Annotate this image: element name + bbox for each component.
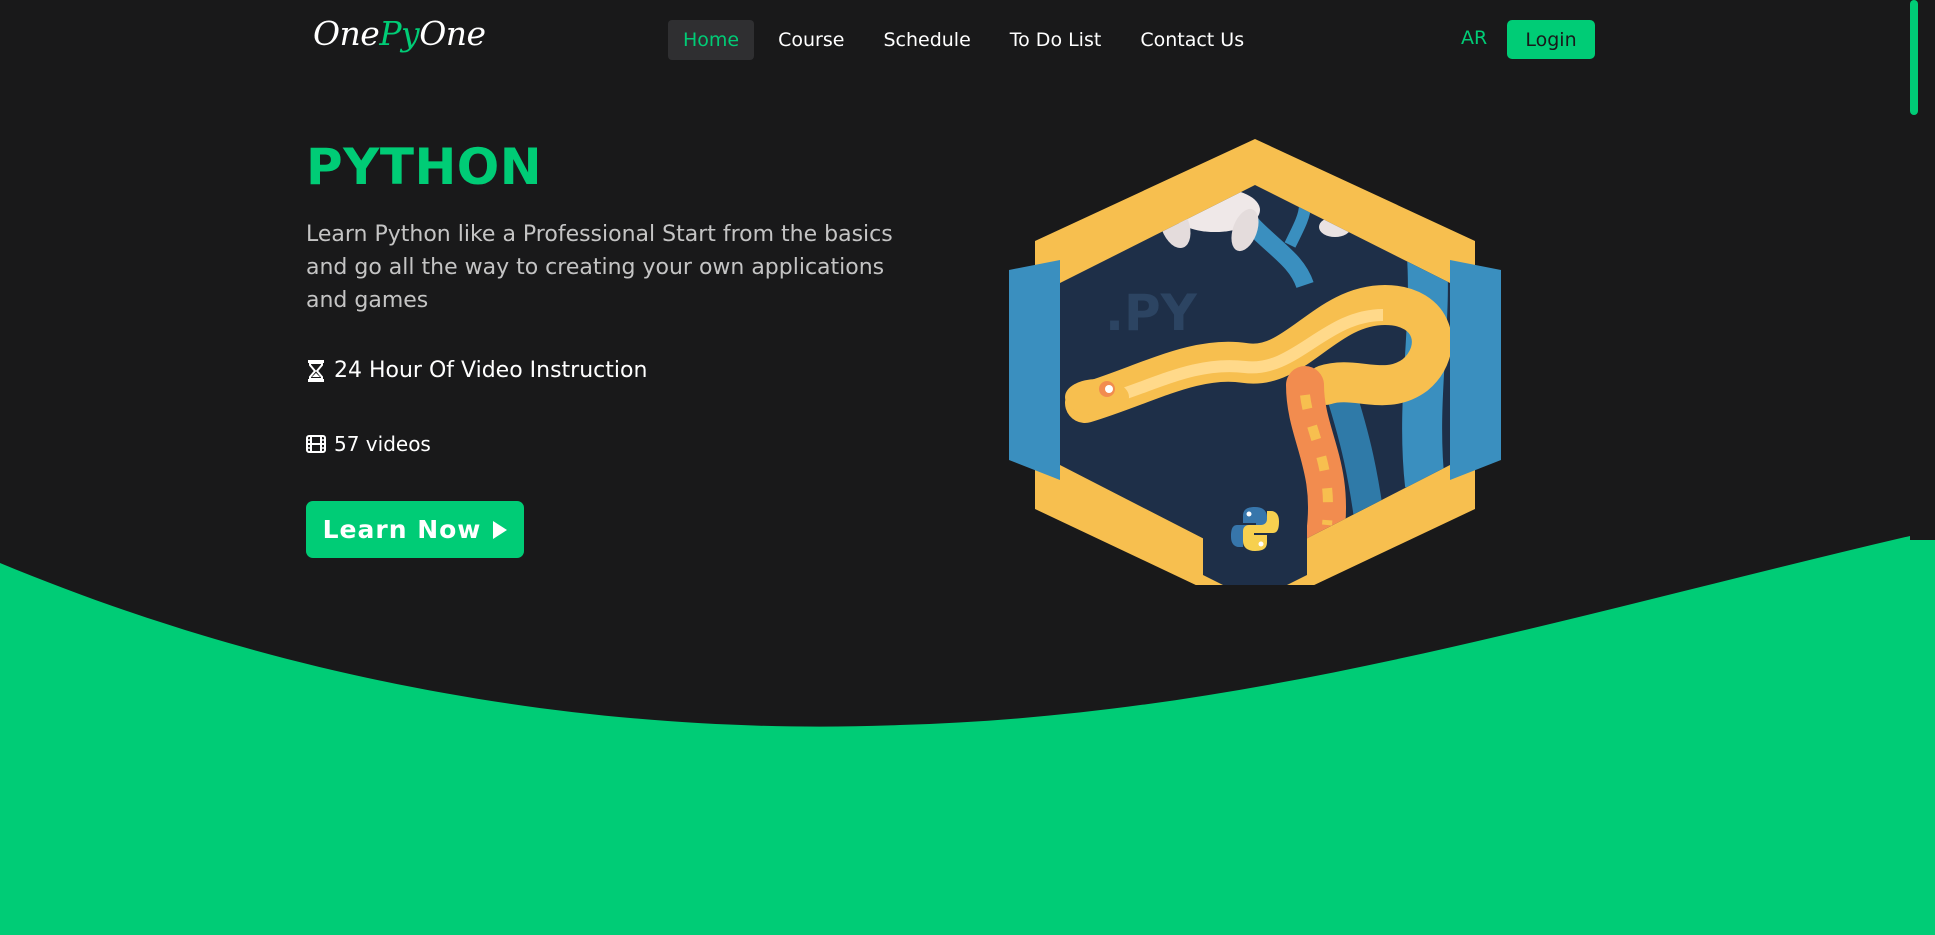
hero-description: Learn Python like a Professional Start f… [306,222,893,313]
scrollbar-thumb[interactable] [1910,0,1918,115]
brand-part-2: Py [379,14,420,53]
nav-link-course[interactable]: Course [763,20,859,60]
nav-link-todo[interactable]: To Do List [995,20,1117,60]
hourglass-icon [306,359,326,383]
nav-link-schedule[interactable]: Schedule [868,20,985,60]
film-icon [306,432,326,456]
hero-wave [0,536,1910,935]
python-badge-illustration: .PY [1009,139,1501,585]
play-icon [493,520,508,539]
video-count: 57 videos [306,432,431,456]
nav-links: Home Course Schedule To Do List Contact … [668,20,1268,60]
brand-part-3: One [419,14,486,53]
brand-part-1: One [313,14,380,53]
brand-logo[interactable]: OnePyOne [313,14,486,53]
page: OnePyOne Home Course Schedule To Do List… [0,0,1935,935]
learn-now-button[interactable]: Learn Now [306,501,524,558]
course-duration: 24 Hour Of Video Instruction [306,358,647,383]
duration-text: 24 Hour Of Video Instruction [334,358,648,383]
nav-link-home[interactable]: Home [668,20,755,60]
learn-now-label: Learn Now [322,515,482,544]
nav-link-contact[interactable]: Contact Us [1125,20,1259,60]
video-count-text: 57 videos [334,432,431,456]
navbar: OnePyOne Home Course Schedule To Do List… [0,0,1910,80]
badge-py-text: .PY [1105,284,1198,342]
language-toggle[interactable]: AR [1461,27,1487,49]
login-button[interactable]: Login [1507,20,1595,59]
scrollbar[interactable] [1910,540,1935,935]
hero-title: PYTHON [306,138,543,196]
